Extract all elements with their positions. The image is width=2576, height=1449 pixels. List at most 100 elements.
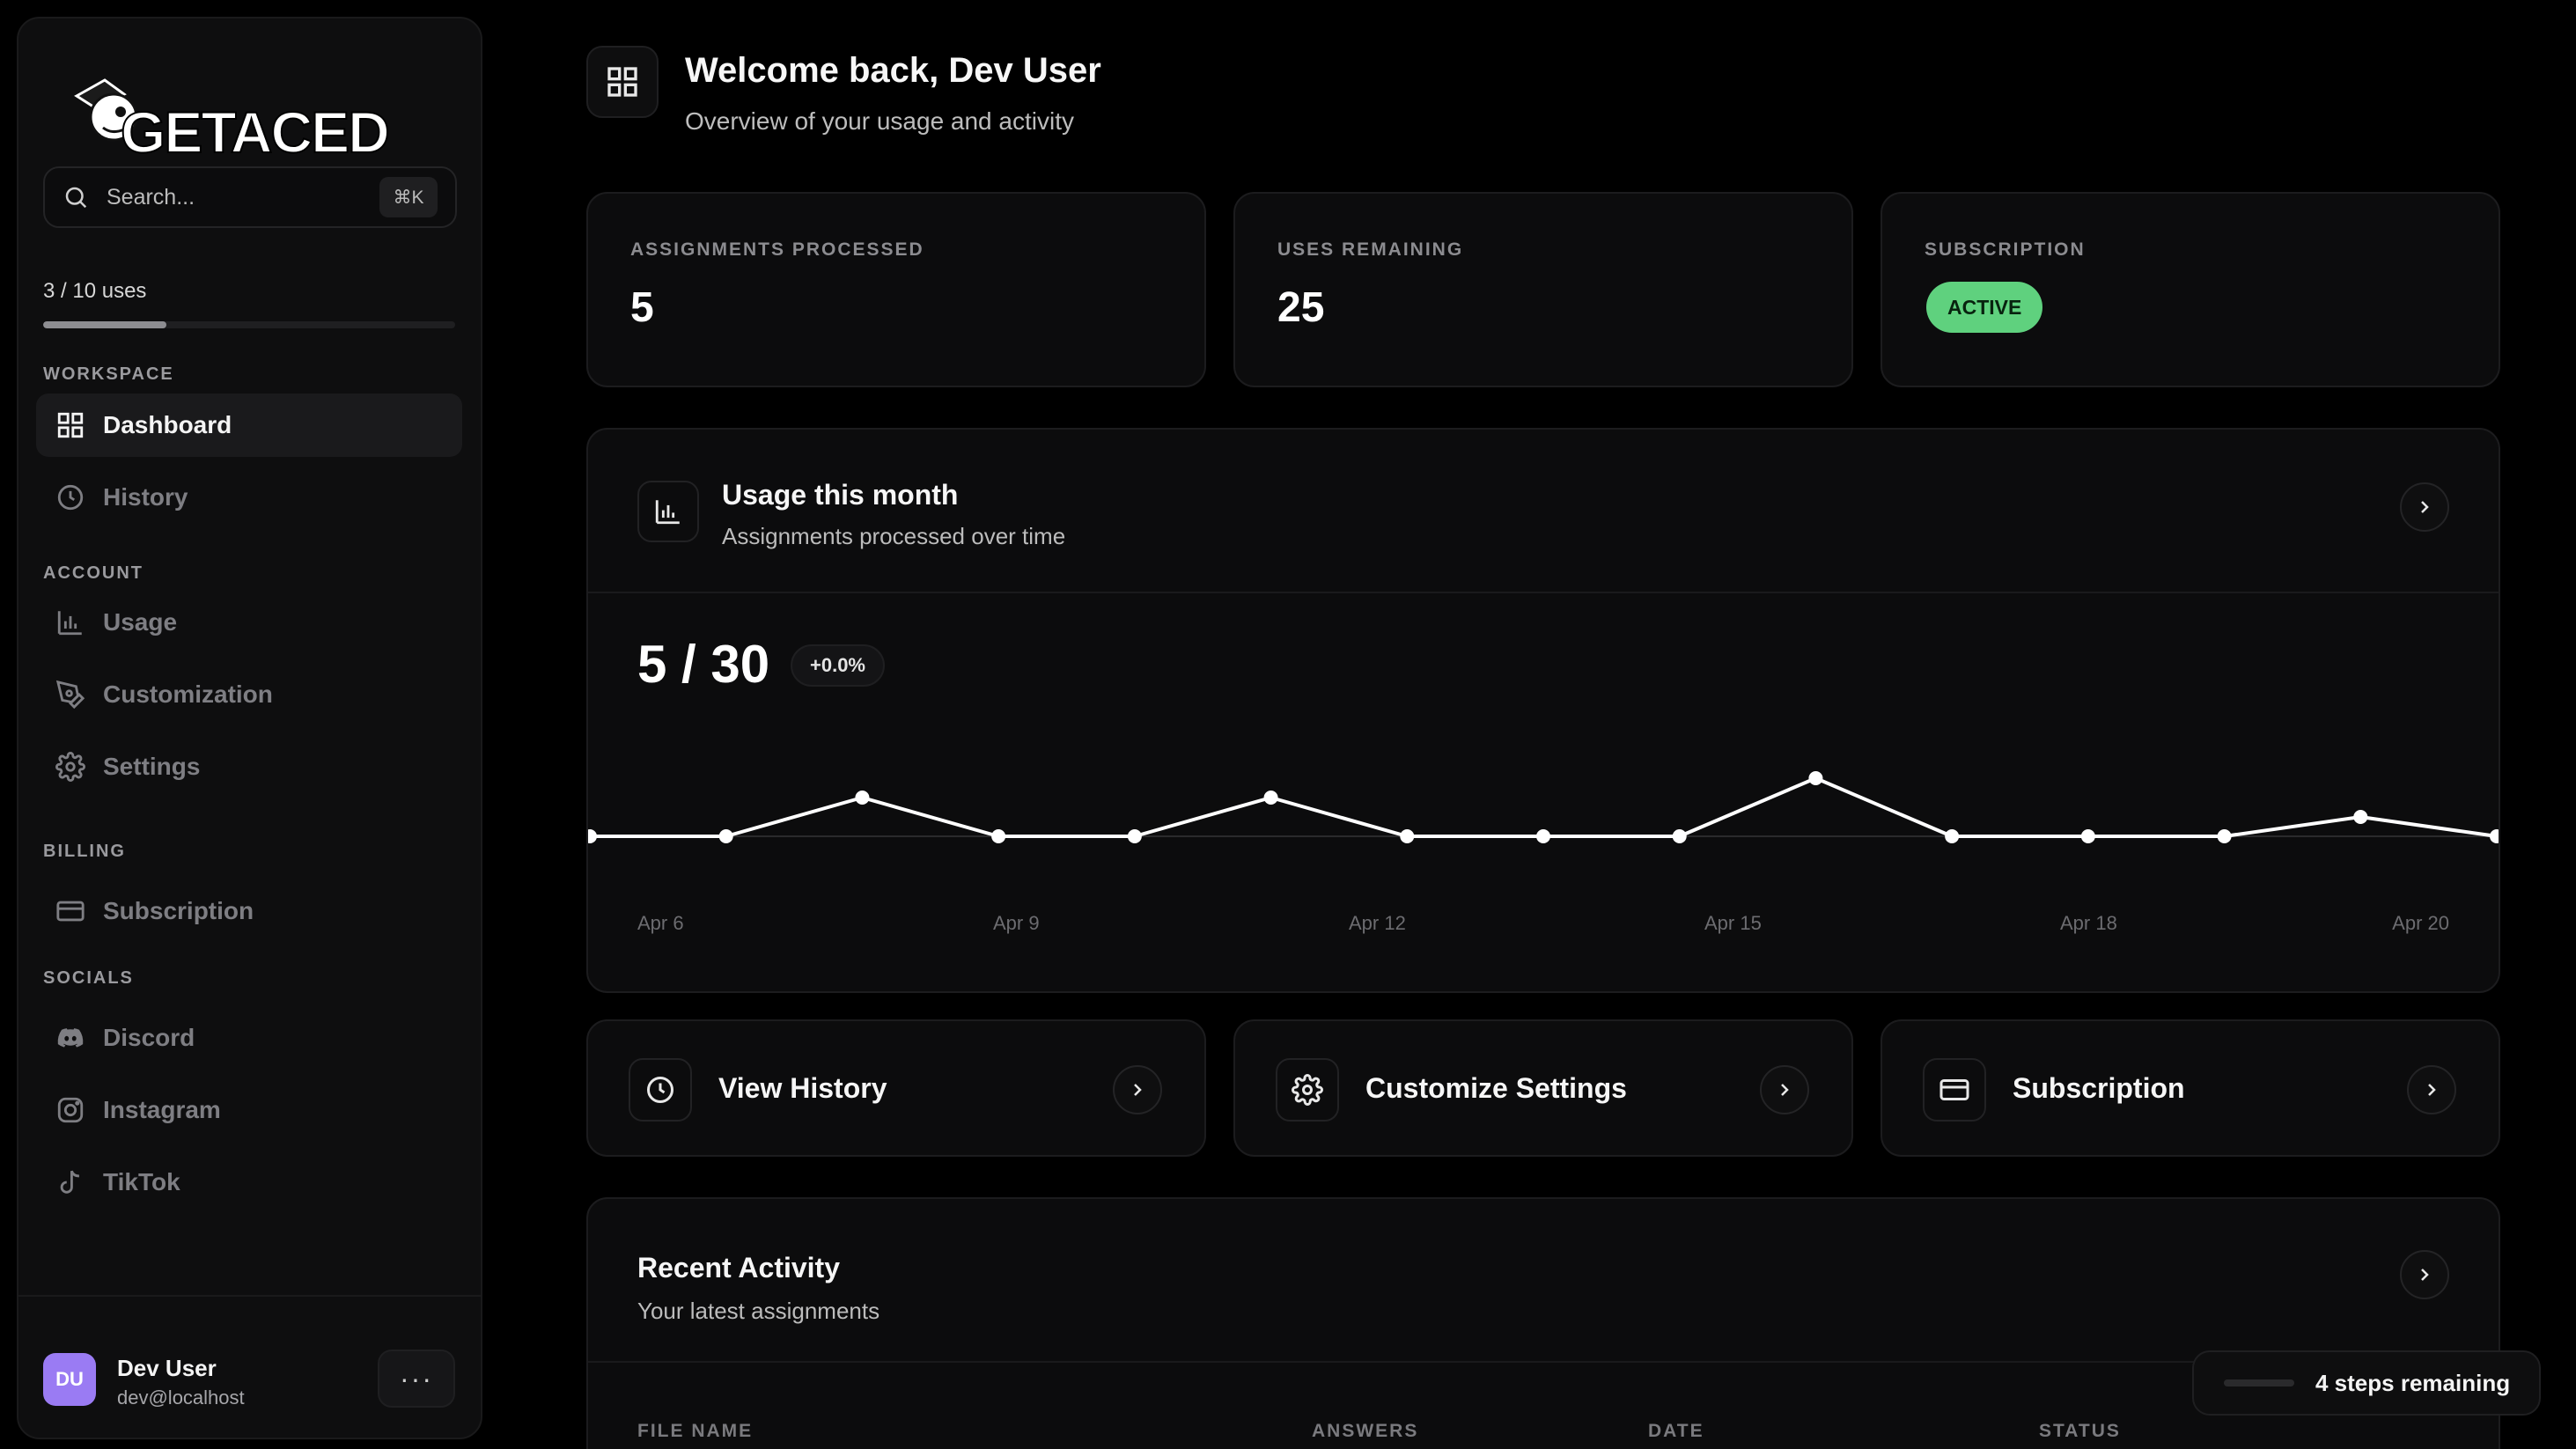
gear-icon [55,752,85,782]
avatar[interactable]: DU [43,1353,96,1406]
data-point[interactable] [1945,829,1960,843]
section-account: ACCOUNT [43,563,144,583]
section-workspace: WORKSPACE [43,364,174,384]
x-tick-label: Apr 9 [993,912,1040,934]
chevron-right-icon [2421,501,2429,513]
usage-line-chart [588,771,2499,843]
data-point[interactable] [1263,791,1278,805]
grid-icon [57,412,84,438]
clock-icon [57,484,84,511]
subscription-card[interactable]: Subscription [1880,1019,2500,1157]
data-point[interactable] [2217,829,2232,843]
page-title: Welcome back, Dev User [685,51,1101,90]
instagram-icon [57,1097,84,1123]
data-point[interactable] [991,829,1006,843]
usage-series-line [590,776,2498,838]
x-tick-label: Apr 6 [637,912,684,934]
status-badge: ACTIVE [1926,282,2043,333]
action-label: View History [718,1072,887,1104]
sidebar: GETACED Search... ⌘K 3 / 10 uses WORKSPA… [17,17,482,1439]
onboarding-steps-widget[interactable]: 4 steps remaining [2192,1350,2541,1416]
customize-settings-card[interactable]: Customize Settings [1233,1019,1853,1157]
sidebar-item-label: Discord [103,1024,195,1051]
recent-activity-button[interactable] [2400,1250,2449,1299]
page-subtitle: Overview of your usage and activity [685,107,1074,135]
data-point[interactable] [2353,810,2368,824]
action-label: Subscription [2013,1072,2185,1104]
sidebar-item-customization[interactable]: Customization [36,663,462,726]
uses-progress-bar [43,321,455,328]
uses-progress-fill [43,321,167,328]
sidebar-item-label: Customization [103,680,273,708]
getaced-logo[interactable]: GETACED [59,54,446,168]
tiktok-icon [60,1170,79,1194]
user-name: Dev User [117,1355,217,1381]
onboarding-progress-bar [2224,1379,2294,1386]
clock-icon [647,1077,673,1103]
data-point[interactable] [1672,829,1687,843]
stat-card-assignments: ASSIGNMENTS PROCESSED 5 [586,192,1206,387]
column-header-answers[interactable]: ANSWERS [1312,1421,1418,1442]
stat-label: ASSIGNMENTS PROCESSED [630,239,924,260]
search-placeholder: Search... [107,184,195,210]
divider [588,592,2499,593]
column-header-date[interactable]: DATE [1648,1421,1704,1442]
sidebar-item-settings[interactable]: Settings [36,735,462,798]
sidebar-item-subscription[interactable]: Subscription [36,879,462,943]
sidebar-item-label: Usage [103,608,178,636]
data-point[interactable] [1400,829,1415,843]
chevron-right-icon [2428,1084,2436,1096]
action-icon [1923,1058,1986,1122]
bar-chart-icon [57,611,82,636]
sidebar-item-discord[interactable]: Discord [36,1006,462,1070]
data-point[interactable] [1808,771,1823,785]
customize-settings-button[interactable] [1760,1065,1809,1114]
data-point[interactable] [1127,829,1142,843]
recent-activity-subtitle: Your latest assignments [637,1298,880,1324]
x-tick-label: Apr 15 [1704,912,1762,934]
search-input[interactable]: Search... ⌘K [43,166,457,228]
view-history-button[interactable] [1113,1065,1162,1114]
chart-subtitle: Assignments processed over time [722,523,1066,549]
stat-value: 5 [630,284,654,331]
data-point[interactable] [855,791,870,805]
sidebar-item-label: Settings [103,753,201,780]
sidebar-item-label: Subscription [103,897,254,924]
subscription-button[interactable] [2407,1065,2456,1114]
search-icon [65,187,87,209]
data-point[interactable] [2080,829,2095,843]
data-point[interactable] [588,829,597,843]
usage-delta-badge: +0.0% [791,644,885,687]
action-label: Customize Settings [1365,1072,1627,1104]
sidebar-item-label: TikTok [103,1168,180,1195]
column-header-status[interactable]: STATUS [2039,1421,2121,1442]
sidebar-item-dashboard[interactable]: Dashboard [36,394,462,457]
stat-label: USES REMAINING [1277,239,1464,260]
more-options-button[interactable]: ··· [378,1350,455,1408]
data-point[interactable] [2490,829,2499,843]
sidebar-item-history[interactable]: History [36,466,462,529]
x-tick-label: Apr 12 [1349,912,1406,934]
credit-card-icon [56,901,85,922]
onboarding-steps-label: 4 steps remaining [2315,1369,2511,1396]
sidebar-item-label: History [103,483,188,511]
view-history-card[interactable]: View History [586,1019,1206,1157]
usage-details-button[interactable] [2400,482,2449,532]
column-header-file-name[interactable]: FILE NAME [637,1421,753,1442]
recent-activity-title: Recent Activity [637,1252,840,1284]
discord-icon [57,1028,84,1048]
chevron-right-icon [2421,1269,2429,1281]
data-point[interactable] [718,829,733,843]
usage-total: 5 / 30 [637,635,770,694]
chevron-right-icon [1134,1084,1142,1096]
credit-card-icon [1939,1079,1969,1100]
sidebar-item-tiktok[interactable]: TikTok [36,1151,462,1214]
data-point[interactable] [1536,829,1550,843]
sidebar-item-instagram[interactable]: Instagram [36,1078,462,1142]
section-billing: BILLING [43,842,126,861]
uses-label: 3 / 10 uses [43,279,147,303]
stat-label: SUBSCRIPTION [1925,239,2086,260]
sidebar-item-usage[interactable]: Usage [36,591,462,654]
user-email: dev@localhost [117,1386,245,1409]
x-tick-label: Apr 20 [2392,912,2449,934]
